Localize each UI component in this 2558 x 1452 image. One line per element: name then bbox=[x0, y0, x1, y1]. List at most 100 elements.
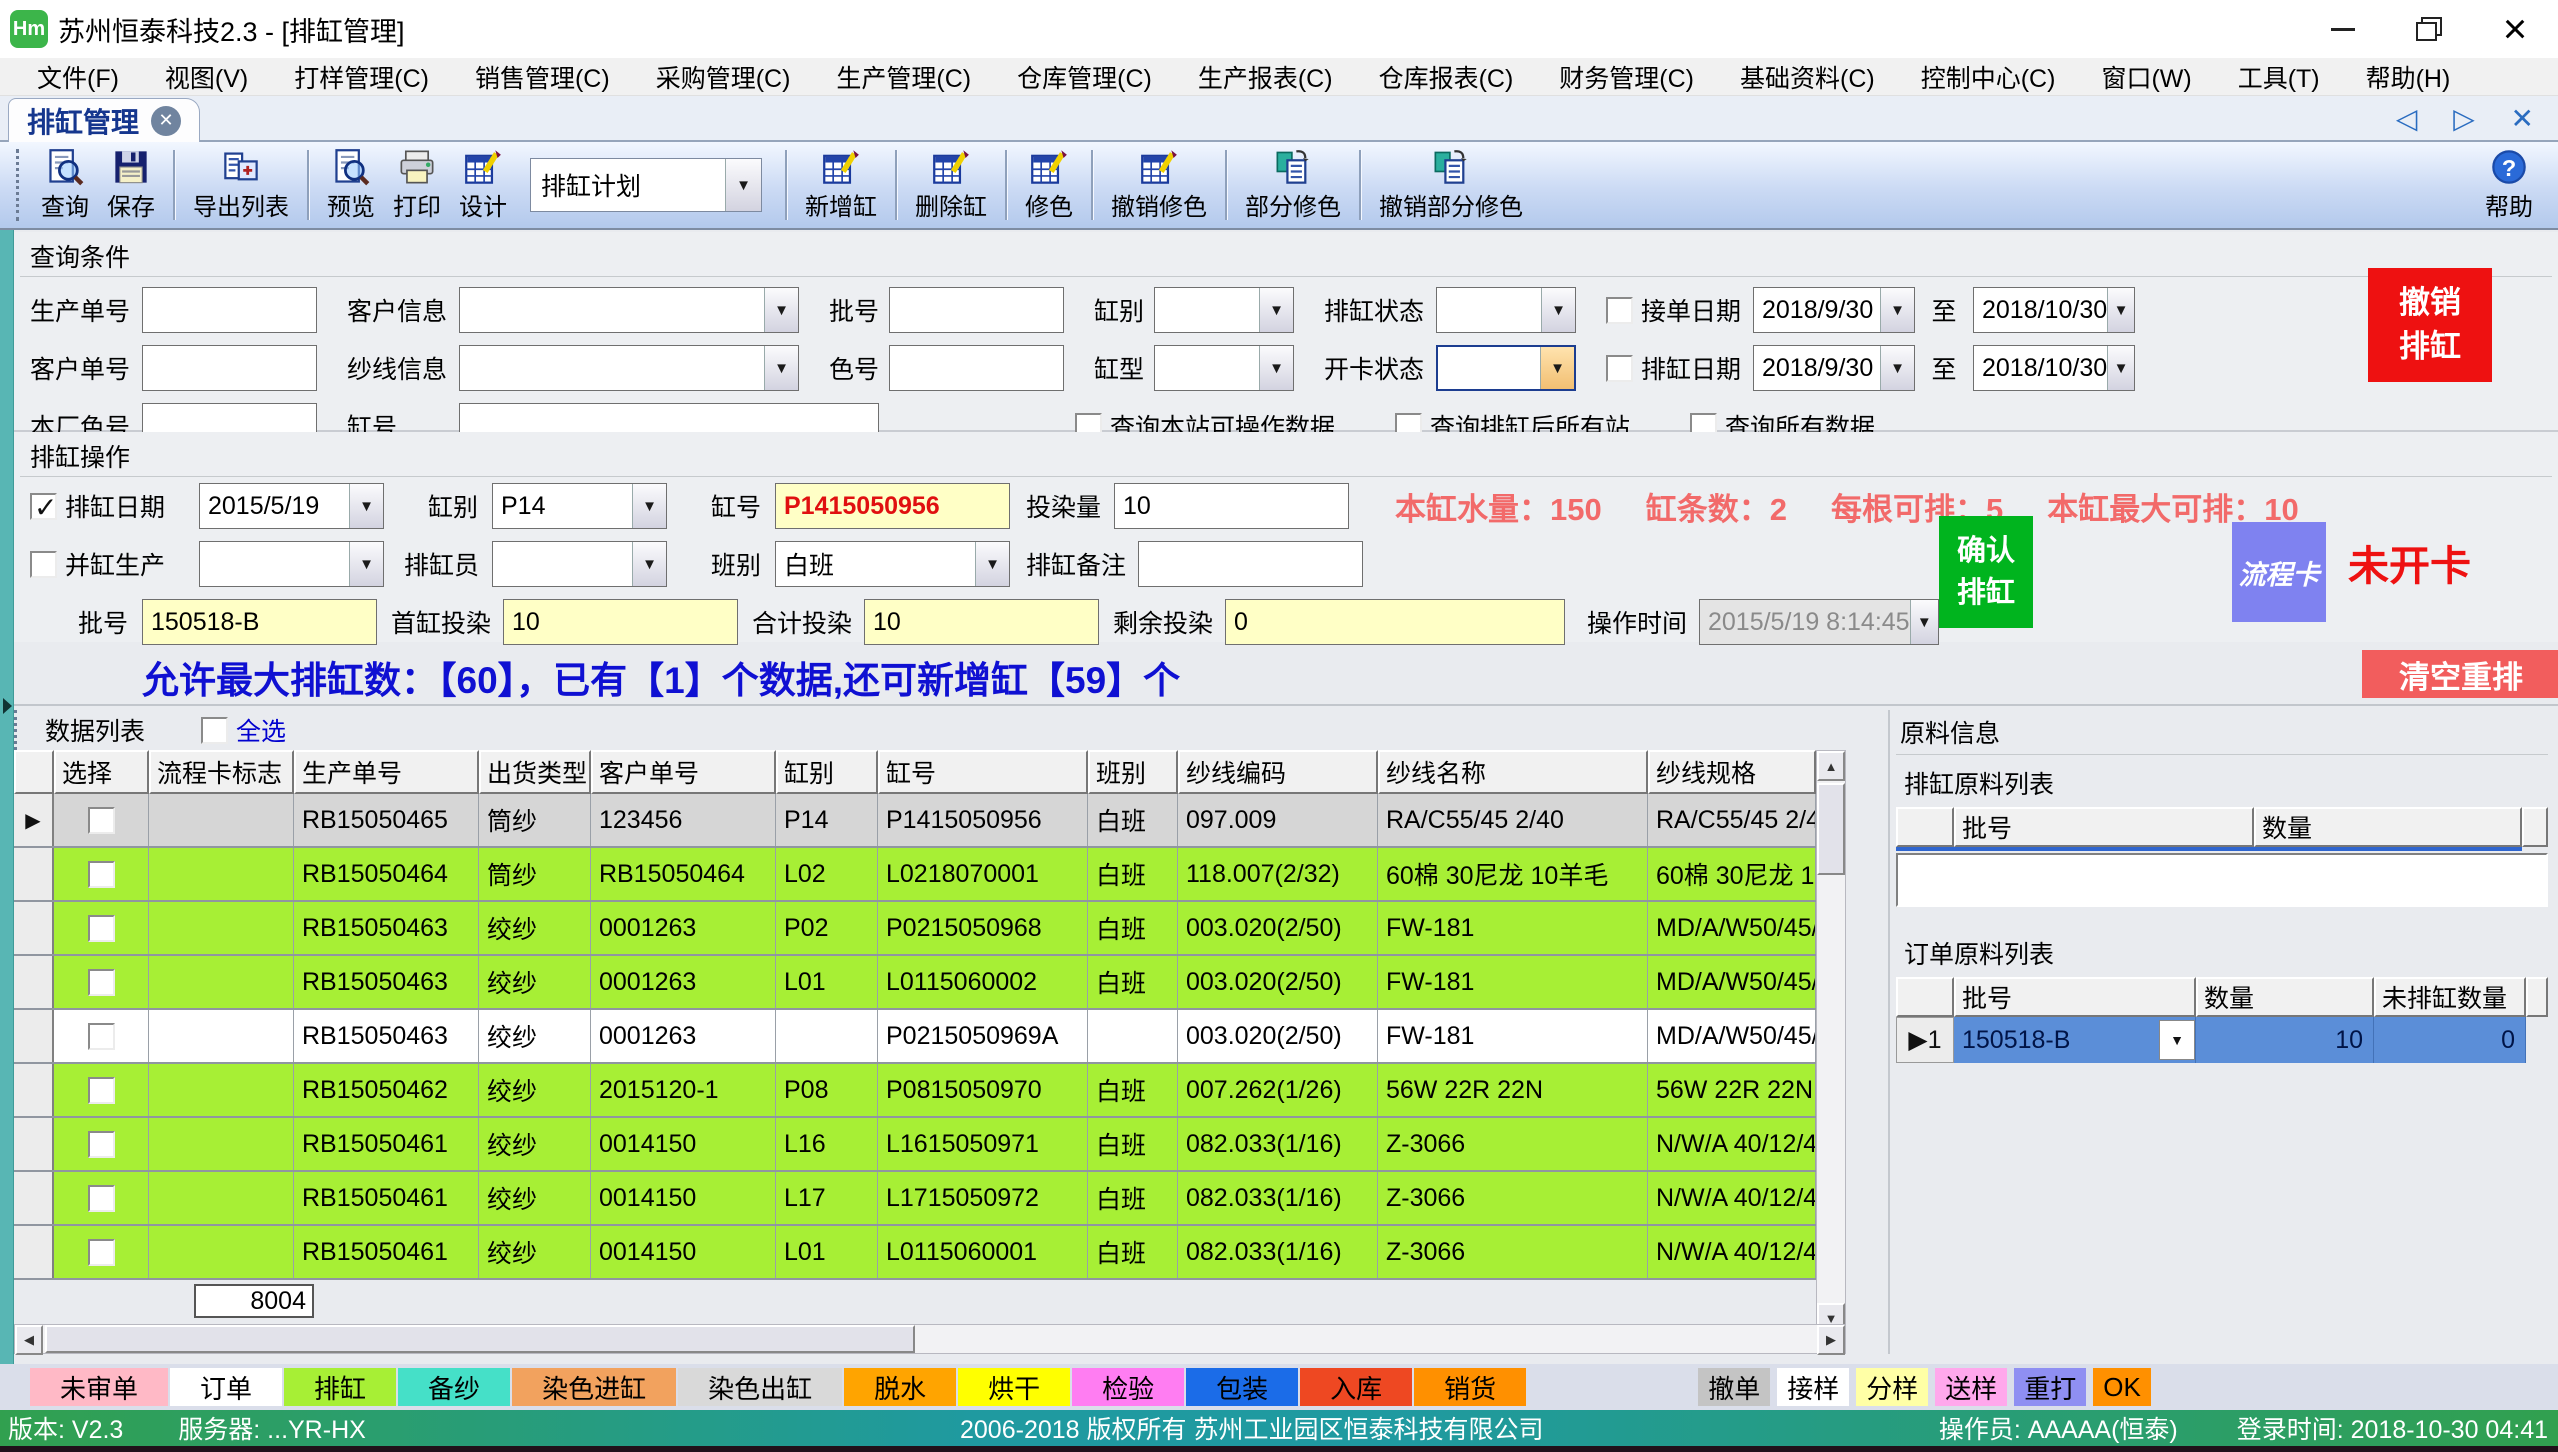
undo-recolor-button[interactable]: 撤销修色 bbox=[1102, 143, 1216, 227]
op-vat-class-combobox[interactable]: P14▼ bbox=[492, 483, 667, 529]
chevron-down-icon[interactable]: ▼ bbox=[764, 288, 798, 332]
query-button[interactable]: 查询 bbox=[32, 143, 98, 227]
row-select-checkbox[interactable] bbox=[88, 1023, 115, 1050]
recv-date-from[interactable]: 2018/9/30▼ bbox=[1753, 287, 1915, 333]
cust-info-combobox[interactable]: ▼ bbox=[459, 287, 799, 333]
recv-date-to[interactable]: 2018/10/30▼ bbox=[1973, 287, 2135, 333]
splitter-collapse-icon[interactable] bbox=[3, 698, 12, 714]
preview-button[interactable]: 预览 bbox=[318, 143, 384, 227]
vertical-scroll-thumb[interactable] bbox=[1817, 783, 1845, 875]
chevron-down-icon[interactable]: ▼ bbox=[1910, 600, 1938, 644]
chevron-down-icon[interactable]: ▼ bbox=[2159, 1020, 2195, 1060]
remain-dye-field[interactable]: 0 bbox=[1225, 599, 1565, 645]
partial-recolor-button[interactable]: 部分修色 bbox=[1236, 143, 1350, 227]
table-row[interactable]: RB15050464筒纱RB15050464L02L0218070001白班11… bbox=[14, 848, 1816, 902]
column-header[interactable]: 缸别 bbox=[776, 750, 878, 794]
menu-item[interactable]: 打样管理(C) bbox=[271, 59, 452, 95]
design-button[interactable]: 设计 bbox=[450, 143, 516, 227]
column-header[interactable]: 流程卡标志 bbox=[149, 750, 294, 794]
color-no-input[interactable] bbox=[889, 345, 1064, 391]
menu-item[interactable]: 控制中心(C) bbox=[1898, 59, 2079, 95]
order-materials-row[interactable]: ▶1 150518-B ▼ 10 0 bbox=[1896, 1017, 2548, 1063]
row-select-checkbox[interactable] bbox=[88, 1077, 115, 1104]
table-row[interactable]: RB15050462绞纱2015120-1P08P0815050970白班007… bbox=[14, 1064, 1816, 1118]
op-vat-no-field[interactable]: P1415050956 bbox=[775, 483, 1010, 529]
op-sched-date-checkbox[interactable] bbox=[30, 493, 57, 520]
cancel-schedule-button[interactable]: 撤销 排缸 bbox=[2368, 268, 2492, 382]
vat-type-combobox[interactable]: ▼ bbox=[1154, 345, 1294, 391]
prod-no-input[interactable] bbox=[142, 287, 317, 333]
flow-card-button[interactable]: 流程卡 bbox=[2232, 522, 2326, 622]
minimize-button[interactable] bbox=[2300, 0, 2386, 58]
clear-reschedule-button[interactable]: 清空重排 bbox=[2362, 650, 2558, 698]
sched-status-combobox[interactable]: ▼ bbox=[1436, 287, 1576, 333]
horizontal-scroll-thumb[interactable] bbox=[45, 1325, 915, 1353]
column-header[interactable]: 纱线规格 bbox=[1648, 750, 1816, 794]
toolbar-drag-handle[interactable] bbox=[16, 149, 24, 221]
chevron-down-icon[interactable]: ▼ bbox=[2107, 288, 2134, 332]
chevron-down-icon[interactable]: ▼ bbox=[632, 542, 666, 586]
table-row[interactable]: RB15050463绞纱0001263P0215050969A003.020(2… bbox=[14, 1010, 1816, 1064]
chevron-down-icon[interactable]: ▼ bbox=[975, 542, 1009, 586]
chevron-down-icon[interactable]: ▼ bbox=[725, 159, 761, 211]
first-dye-field[interactable]: 10 bbox=[503, 599, 738, 645]
tab-paigang-management[interactable]: 排缸管理 ✕ bbox=[8, 98, 200, 142]
merge-vat-checkbox[interactable] bbox=[30, 551, 57, 578]
add-vat-button[interactable]: 新增缸 bbox=[796, 143, 886, 227]
chevron-down-icon[interactable]: ▼ bbox=[2107, 346, 2134, 390]
menu-item[interactable]: 帮助(H) bbox=[2343, 59, 2474, 95]
row-select-checkbox[interactable] bbox=[88, 861, 115, 888]
left-splitter-strip[interactable] bbox=[0, 230, 14, 1364]
chevron-down-icon[interactable]: ▼ bbox=[349, 484, 383, 528]
card-status-combobox[interactable]: ▼ bbox=[1436, 345, 1576, 391]
op-sched-date-combobox[interactable]: 2015/5/19▼ bbox=[199, 483, 384, 529]
scheduler-combobox[interactable]: ▼ bbox=[492, 541, 667, 587]
sched-date-to[interactable]: 2018/10/30▼ bbox=[1973, 345, 2135, 391]
table-row[interactable]: ▶RB15050465筒纱123456P14P1415050956白班097.0… bbox=[14, 794, 1816, 848]
column-header[interactable]: 班别 bbox=[1088, 750, 1178, 794]
horizontal-scrollbar[interactable]: ◀ ▶ bbox=[14, 1324, 1846, 1354]
menu-item[interactable]: 窗口(W) bbox=[2078, 59, 2214, 95]
menu-item[interactable]: 采购管理(C) bbox=[633, 59, 814, 95]
chevron-down-icon[interactable]: ▼ bbox=[1541, 288, 1575, 332]
order-batch-cell[interactable]: 150518-B ▼ bbox=[1954, 1017, 2196, 1063]
cust-no-input[interactable] bbox=[142, 345, 317, 391]
menu-item[interactable]: 基础资料(C) bbox=[1717, 59, 1898, 95]
tab-nav-arrows[interactable]: ◁ ▷ ✕ bbox=[2396, 102, 2548, 135]
close-button[interactable]: × bbox=[2472, 0, 2558, 58]
yarn-info-combobox[interactable]: ▼ bbox=[459, 345, 799, 391]
column-header[interactable]: 纱线名称 bbox=[1378, 750, 1648, 794]
vat-class-combobox[interactable]: ▼ bbox=[1154, 287, 1294, 333]
column-header[interactable] bbox=[14, 750, 54, 794]
merge-vat-combobox[interactable]: ▼ bbox=[199, 541, 384, 587]
recv-date-checkbox[interactable] bbox=[1606, 297, 1633, 324]
row-select-checkbox[interactable] bbox=[88, 915, 115, 942]
chevron-down-icon[interactable]: ▼ bbox=[1259, 346, 1293, 390]
scroll-up-icon[interactable]: ▲ bbox=[1817, 751, 1845, 781]
sched-materials-empty-row[interactable] bbox=[1896, 853, 2548, 907]
print-button[interactable]: 打印 bbox=[384, 143, 450, 227]
sched-date-checkbox[interactable] bbox=[1606, 355, 1633, 382]
op-batch-field[interactable]: 150518-B bbox=[142, 599, 377, 645]
save-button[interactable]: 保存 bbox=[98, 143, 164, 227]
sched-date-from[interactable]: 2018/9/30▼ bbox=[1753, 345, 1915, 391]
recolor-button[interactable]: 修色 bbox=[1016, 143, 1082, 227]
menu-item[interactable]: 财务管理(C) bbox=[1536, 59, 1717, 95]
table-row[interactable]: RB15050461绞纱0014150L01L0115060001白班082.0… bbox=[14, 1226, 1816, 1280]
chevron-down-icon[interactable]: ▼ bbox=[1540, 347, 1574, 389]
op-time-combobox[interactable]: 2015/5/19 8:14:45▼ bbox=[1699, 599, 1939, 645]
menu-item[interactable]: 工具(T) bbox=[2215, 59, 2343, 95]
row-select-checkbox[interactable] bbox=[88, 1131, 115, 1158]
undo-partial-recolor-button[interactable]: 撤销部分修色 bbox=[1370, 143, 1532, 227]
delete-vat-button[interactable]: 删除缸 bbox=[906, 143, 996, 227]
menu-item[interactable]: 仓库管理(C) bbox=[994, 59, 1175, 95]
column-header[interactable]: 选择 bbox=[54, 750, 149, 794]
menu-item[interactable]: 仓库报表(C) bbox=[1356, 59, 1537, 95]
chevron-down-icon[interactable]: ▼ bbox=[349, 542, 383, 586]
row-select-checkbox[interactable] bbox=[88, 807, 115, 834]
column-header[interactable]: 生产单号 bbox=[294, 750, 479, 794]
menu-item[interactable]: 生产报表(C) bbox=[1175, 59, 1356, 95]
table-row[interactable]: RB15050461绞纱0014150L17L1715050972白班082.0… bbox=[14, 1172, 1816, 1226]
menu-item[interactable]: 销售管理(C) bbox=[452, 59, 633, 95]
dye-qty-input[interactable]: 10 bbox=[1114, 483, 1349, 529]
